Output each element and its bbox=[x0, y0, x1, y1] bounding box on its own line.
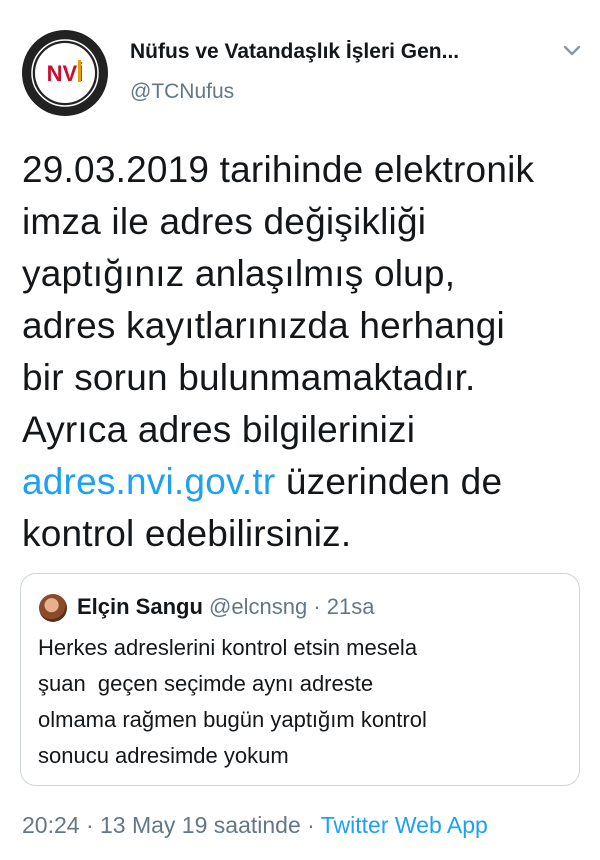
tweet-card: NVİ Nüfus ve Vatandaşlık İşleri Gen... @… bbox=[0, 0, 600, 860]
tweet-footer: 20:24 · 13 May 19 saatinde · Twitter Web… bbox=[22, 812, 488, 839]
author-handle[interactable]: @TCNufus bbox=[130, 80, 234, 104]
tweet-line: adres kayıtlarınızda herhangi bbox=[22, 305, 505, 346]
quoted-author-name[interactable]: Elçin Sangu bbox=[77, 594, 203, 619]
quoted-avatar[interactable] bbox=[39, 594, 67, 622]
quoted-line: Herkes adreslerini kontrol etsin mesela bbox=[38, 635, 418, 660]
quoted-line: sonucu adresimde yokum bbox=[38, 743, 289, 768]
tweet-line: bir sorun bulunmamaktadır. bbox=[22, 357, 476, 398]
tweet-header: NVİ Nüfus ve Vatandaşlık İşleri Gen... @… bbox=[22, 30, 582, 116]
tweet-link[interactable]: adres.nvi.gov.tr bbox=[22, 461, 275, 502]
quoted-text: Herkes adreslerini kontrol etsin mesela … bbox=[38, 630, 568, 774]
tweet-text: 29.03.2019 tarihinde elektronik imza ile… bbox=[22, 144, 588, 560]
source-link[interactable]: Twitter Web App bbox=[321, 812, 488, 838]
quoted-tweet[interactable]: Elçin Sangu @elcnsng · 21sa Herkes adres… bbox=[20, 573, 580, 786]
tweet-line-rest: üzerinden de bbox=[275, 461, 503, 502]
quoted-author-meta: @elcnsng · 21sa bbox=[202, 594, 375, 619]
timestamp[interactable]: 20:24 · 13 May 19 saatinde · bbox=[22, 812, 321, 838]
avatar-logo-text: NVİ bbox=[47, 61, 84, 86]
tweet-line: 29.03.2019 tarihinde elektronik bbox=[22, 149, 535, 190]
quoted-line: şuan geçen seçimde aynı adreste bbox=[38, 671, 374, 696]
nvi-logo-icon: NVİ bbox=[23, 31, 107, 115]
avatar[interactable]: NVİ bbox=[22, 30, 108, 116]
quoted-line: olmama rağmen bugün yaptığım kontrol bbox=[38, 707, 427, 732]
tweet-line: imza ile adres değişikliği bbox=[22, 201, 427, 242]
quoted-header: Elçin Sangu @elcnsng · 21sa bbox=[77, 594, 374, 620]
tweet-line: kontrol edebilirsiniz. bbox=[22, 513, 352, 554]
tweet-line: Ayrıca adres bilgilerinizi bbox=[22, 409, 416, 450]
tweet-line: adres.nvi.gov.tr üzerinden de bbox=[22, 456, 588, 508]
author-name[interactable]: Nüfus ve Vatandaşlık İşleri Gen... bbox=[130, 40, 550, 64]
tweet-line: yaptığınız anlaşılmış olup, bbox=[22, 253, 456, 294]
chevron-down-icon[interactable] bbox=[562, 44, 582, 58]
